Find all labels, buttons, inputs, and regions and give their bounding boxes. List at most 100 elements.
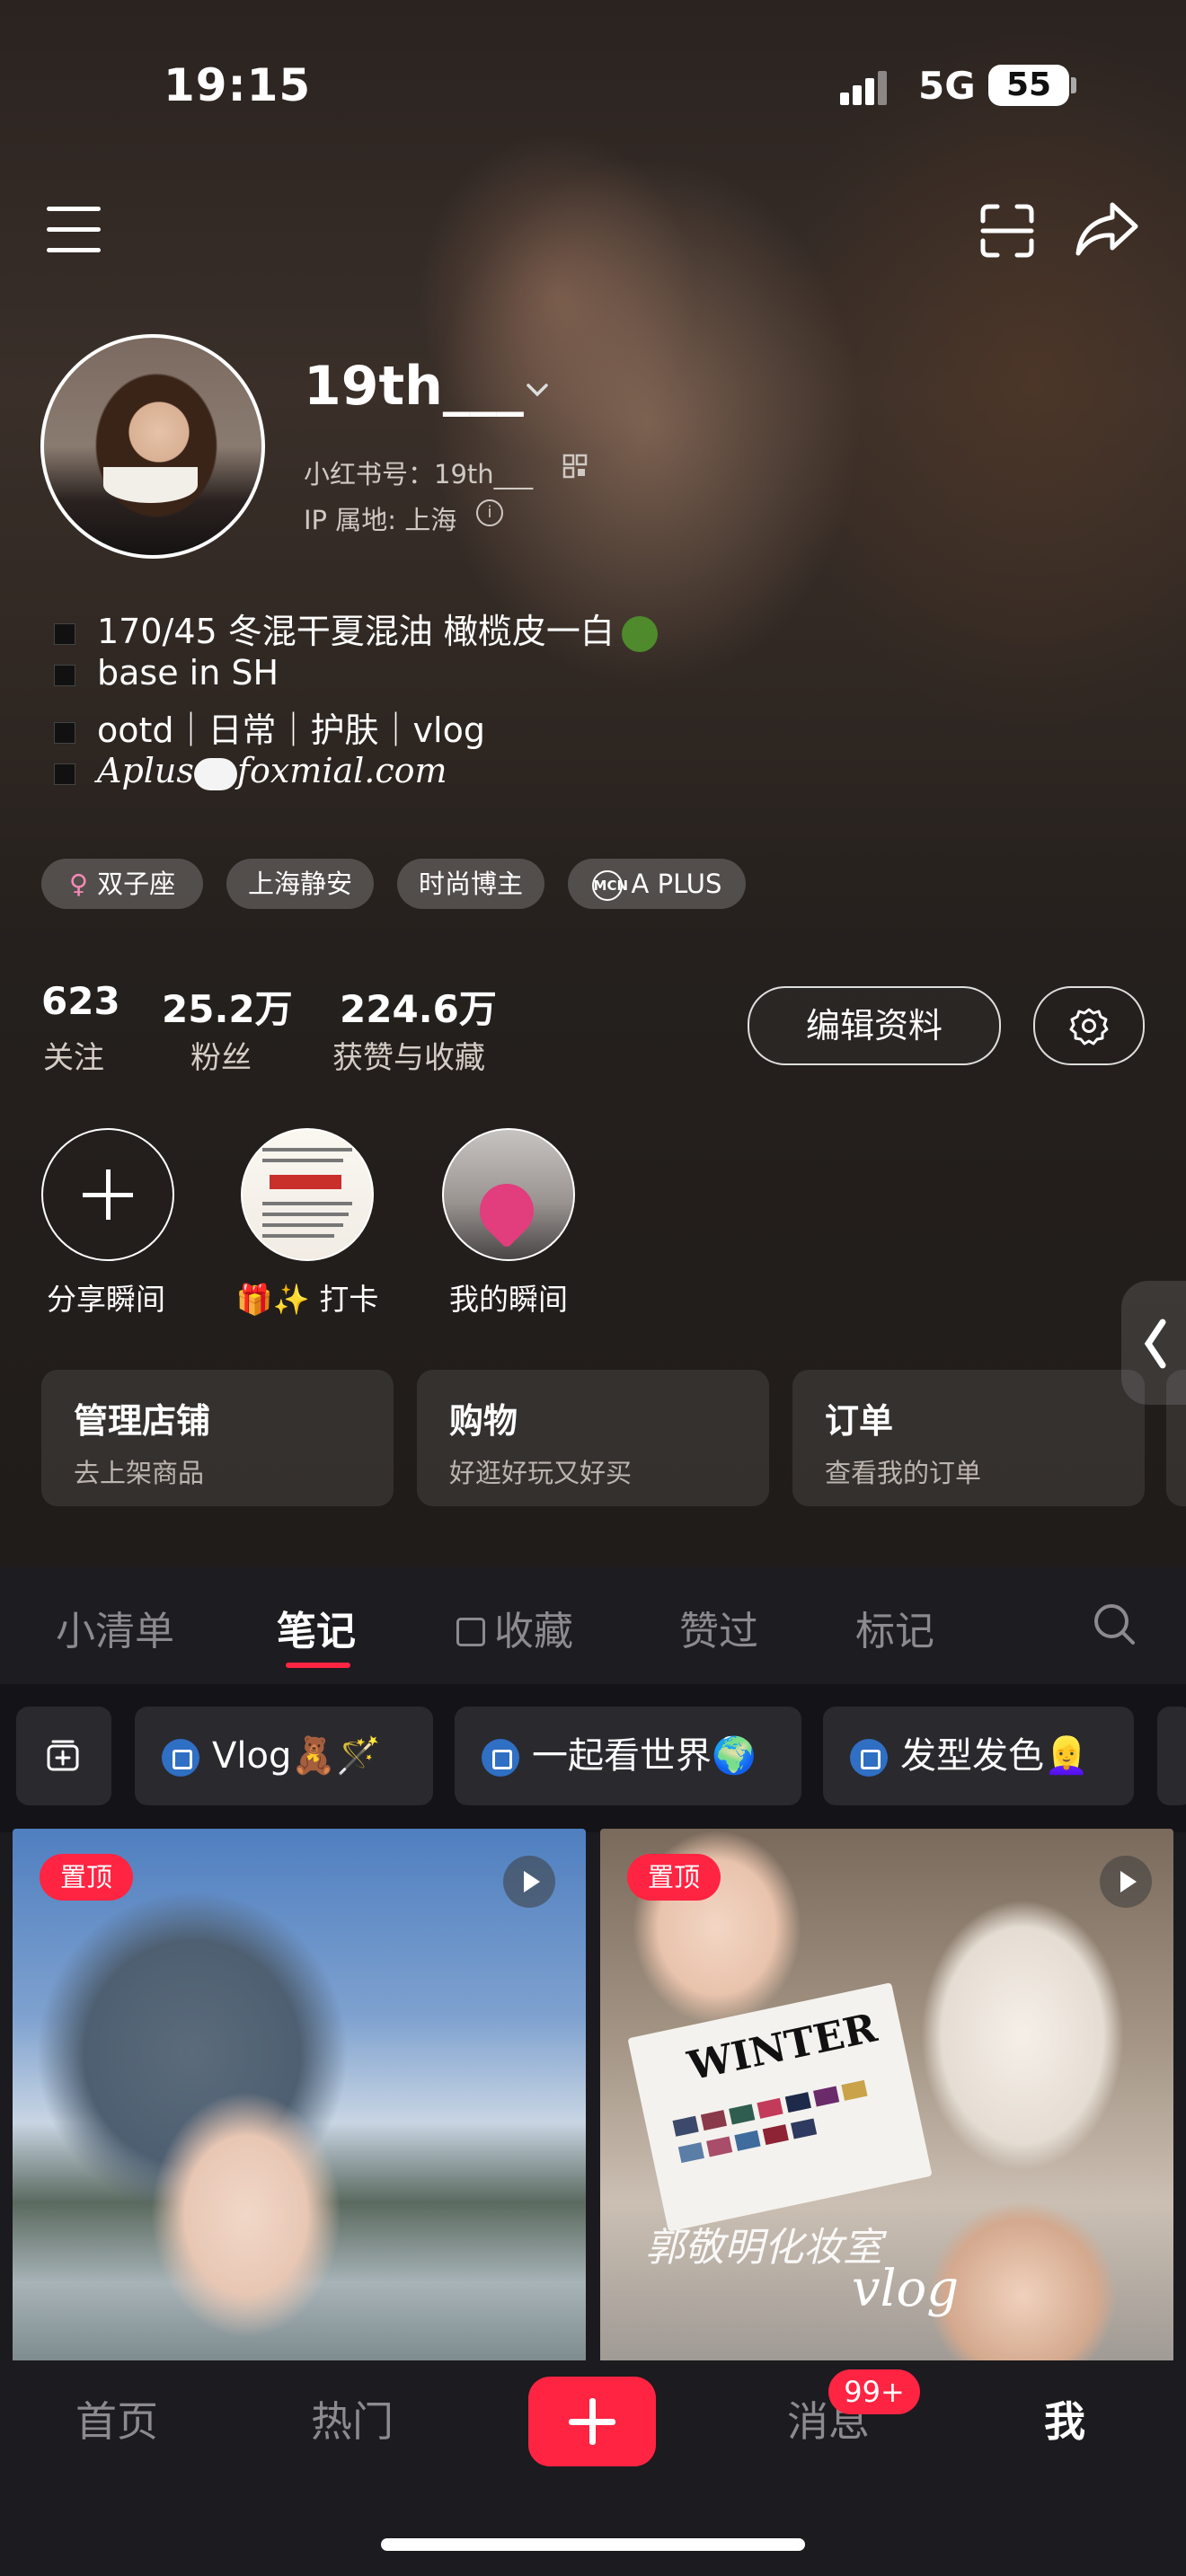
tag-category[interactable]: 时尚博主 [397, 859, 544, 909]
moment-label: 🎁✨ 打卡 [235, 1282, 379, 1317]
share-moment-button[interactable] [41, 1128, 174, 1261]
nav-trending[interactable]: 热门 [311, 2389, 394, 2448]
card-title: 订单 [825, 1401, 894, 1441]
tag-mcn[interactable]: MCN A PLUS [568, 859, 746, 909]
share-icon[interactable] [1075, 199, 1139, 259]
card-subtitle: 去上架商品 [74, 1458, 205, 1488]
tab-liked[interactable]: 赞过 [679, 1599, 758, 1656]
card-subtitle: 好逛好玩又好买 [449, 1458, 633, 1488]
thumbnail-detail [262, 1159, 343, 1162]
moment-label: 我的瞬间 [449, 1282, 568, 1317]
search-icon[interactable] [1091, 1601, 1137, 1647]
plus-icon-stroke [106, 1169, 111, 1220]
thought-bubble-icon [193, 757, 237, 790]
status-time: 19:15 [164, 59, 312, 111]
female-icon: ♀ [68, 869, 89, 899]
message-badge: 99+ [828, 2369, 920, 2414]
post-overlay-script: vlog [852, 2260, 960, 2318]
post-overlay-text: 郭敬明化妆室 [645, 2225, 882, 2271]
ip-location: IP 属地: 上海 [304, 505, 457, 535]
thumbnail-detail [262, 1202, 352, 1205]
swatch [784, 2092, 811, 2113]
avatar-collar-detail [103, 467, 198, 503]
thumbnail-detail [262, 1234, 334, 1238]
following-count[interactable]: 623 [41, 979, 120, 1023]
thumbnail-detail [262, 1223, 343, 1227]
moment-thumbnail[interactable] [442, 1128, 575, 1261]
settings-button[interactable] [1033, 986, 1145, 1065]
qr-code-icon[interactable] [562, 454, 588, 479]
collection-icon [482, 1739, 519, 1777]
tag-zodiac[interactable]: ♀ 双子座 [41, 859, 203, 909]
battery-icon: 55 [988, 65, 1069, 106]
palette-card-image: WINTER [627, 1982, 933, 2232]
collection-icon [850, 1739, 888, 1777]
swatch [790, 2118, 818, 2139]
swatch [700, 2110, 728, 2131]
moment-thumbnail[interactable] [241, 1128, 374, 1261]
home-indicator[interactable] [381, 2538, 805, 2551]
create-post-button[interactable] [528, 2377, 656, 2466]
heart-icon [468, 1172, 545, 1249]
swatch [757, 2097, 783, 2119]
manage-shop-card[interactable]: 管理店铺 去上架商品 [41, 1370, 394, 1506]
collection-chip-peek[interactable] [1157, 1707, 1186, 1805]
bio-line: ootd｜日常｜护肤｜vlog [54, 702, 485, 752]
followers-label[interactable]: 粉丝 [190, 1033, 252, 1077]
pinned-badge: 置顶 [627, 1854, 721, 1901]
chevron-down-icon[interactable] [526, 383, 549, 397]
note-card[interactable]: 置顶 [13, 1829, 586, 2363]
nav-home[interactable]: 首页 [75, 2389, 158, 2448]
note-card[interactable]: WINTER 郭敬明化妆室 vlog 置顶 [600, 1829, 1173, 2363]
more-card-peek[interactable] [1166, 1370, 1186, 1506]
bullet-icon [54, 721, 75, 744]
likes-count[interactable]: 224.6万 [340, 979, 497, 1034]
active-tab-indicator [286, 1663, 350, 1668]
card-subtitle: 查看我的订单 [825, 1458, 982, 1488]
swatch [677, 2142, 704, 2164]
bio-line: 170/45 冬混干夏混油 橄榄皮一白 [54, 604, 658, 653]
bullet-icon [54, 664, 75, 686]
thumbnail-detail [262, 1148, 352, 1151]
tab-list[interactable]: 小清单 [56, 1599, 174, 1656]
following-label[interactable]: 关注 [43, 1033, 104, 1077]
orders-card[interactable]: 订单 查看我的订单 [792, 1370, 1145, 1506]
lock-icon [456, 1618, 485, 1646]
collection-chip[interactable]: 发型发色👱‍♀️ [823, 1707, 1134, 1805]
mcn-icon: MCN [591, 870, 628, 901]
add-collection-button[interactable] [16, 1707, 111, 1805]
menu-icon[interactable] [47, 207, 102, 253]
collection-icon [162, 1739, 199, 1777]
card-title-text: WINTER [684, 2005, 881, 2090]
avatar[interactable] [40, 334, 265, 559]
swatch [841, 2079, 868, 2101]
swatch [762, 2124, 789, 2146]
olive-tree-icon [621, 615, 658, 652]
likes-label[interactable]: 获赞与收藏 [332, 1033, 485, 1077]
user-id: 小红书号：19th___ [304, 459, 534, 490]
edit-profile-button[interactable]: 编辑资料 [748, 986, 1001, 1065]
thumbnail-detail [270, 1175, 341, 1189]
chevron-left-icon [1144, 1319, 1166, 1369]
tab-notes[interactable]: 笔记 [277, 1599, 356, 1656]
content-tab-bar [0, 1567, 1186, 1684]
swatch [672, 2115, 699, 2137]
tab-marked[interactable]: 标记 [855, 1599, 934, 1656]
gear-icon [1069, 1008, 1109, 1045]
collection-chip[interactable]: Vlog🧸🪄 [135, 1707, 433, 1805]
followers-count[interactable]: 25.2万 [162, 979, 293, 1034]
info-icon[interactable]: i [476, 499, 503, 526]
shopping-card[interactable]: 购物 好逛好玩又好买 [417, 1370, 769, 1506]
signal-icon [840, 69, 899, 105]
tag-location[interactable]: 上海静安 [226, 859, 374, 909]
bio-line: Aplus foxmial.com [54, 751, 447, 790]
username: 19th___ [304, 355, 524, 418]
collection-chip[interactable]: 一起看世界🌍 [455, 1707, 801, 1805]
tab-collections[interactable]: 收藏 [456, 1599, 573, 1656]
scan-icon[interactable] [979, 203, 1035, 259]
card-title: 购物 [449, 1401, 518, 1441]
bullet-icon [54, 763, 75, 785]
nav-me[interactable]: 我 [1044, 2389, 1085, 2448]
network-label: 5G [918, 64, 976, 108]
bullet-icon [54, 622, 75, 645]
